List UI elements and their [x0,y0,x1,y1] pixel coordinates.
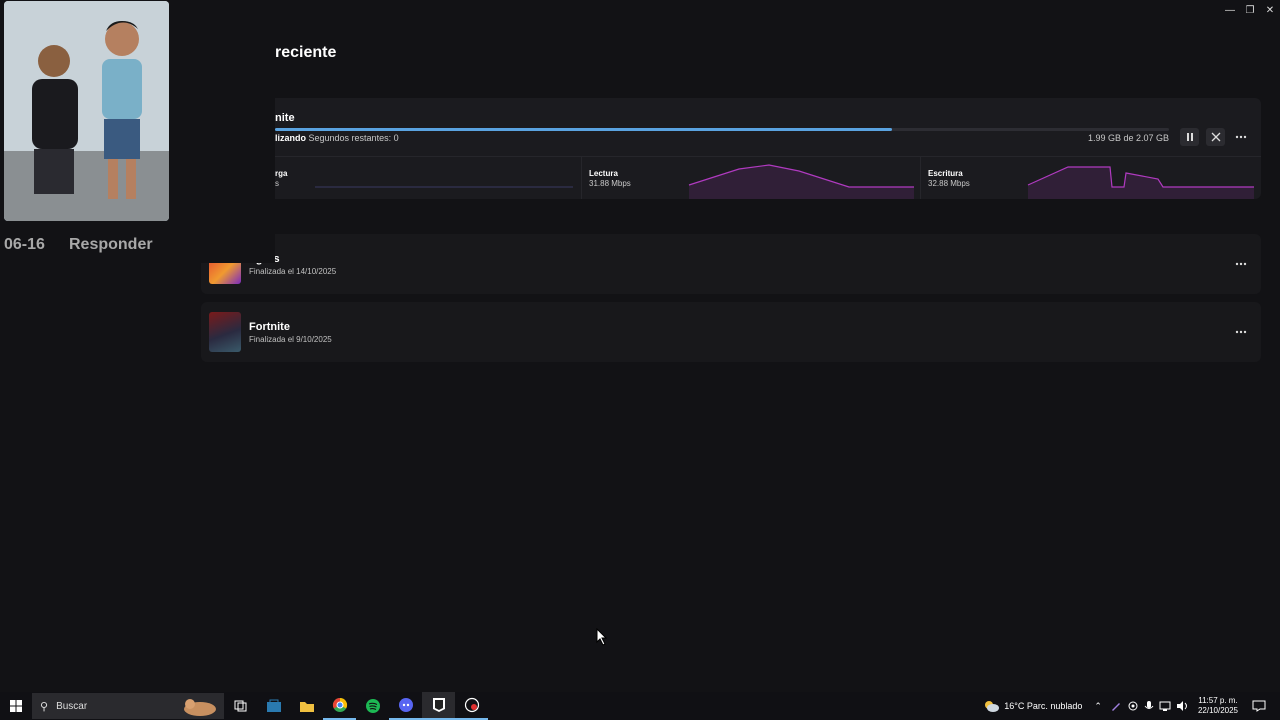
history-subtitle: Finalizada el 9/10/2025 [249,335,332,344]
stat-divider [581,157,582,199]
window-controls: — ❐ ✕ [1220,0,1280,20]
folder-icon [299,702,314,712]
photo-people [4,1,169,221]
cancel-download-button[interactable] [1206,128,1225,146]
history-item[interactable]: Fortnite Finalizada el 9/10/2025 [201,302,1261,362]
download-graph [315,186,573,188]
download-stats: rga s Lectura 31.88 Mbps Escritura 32.88… [201,156,1261,199]
clock-time: 11:57 p. m. [1198,696,1238,705]
history-item[interactable]: ng Us Finalizada el 14/10/2025 [201,234,1261,294]
message-date: 06-16 [4,236,45,253]
ellipsis-icon [1235,262,1247,266]
write-graph [1027,166,1254,199]
maximize-button[interactable]: ❐ [1240,0,1260,20]
notification-icon[interactable] [1252,700,1266,712]
history-subtitle: Finalizada el 14/10/2025 [249,267,337,276]
search-input[interactable]: Buscar [56,701,87,712]
pause-icon [1186,133,1193,141]
page-title: reciente [275,44,337,61]
taskbar-app-chrome[interactable] [323,692,356,720]
task-view-button[interactable] [224,692,257,720]
clock-date: 22/10/2025 [1197,706,1238,715]
task-view-icon [234,700,246,712]
microphone-icon[interactable] [1144,700,1154,712]
system-tray: 16°C Parc. nublado ⌃ 11:57 p. m. 22/10/2… [982,692,1280,720]
close-button[interactable]: ✕ [1260,0,1280,20]
status-remaining: Segundos restantes: 0 [308,133,399,143]
search-highlight-icon [184,699,216,716]
ellipsis-icon [1235,330,1247,334]
taskbar-app-discord[interactable] [389,692,422,720]
taskbar: ⚲ Buscar 16°C Parc. nublado ⌃ 11:57 p. m… [0,692,1280,720]
status-prefix: lizando [275,133,306,143]
taskbar-search[interactable]: ⚲ Buscar [32,693,224,719]
chevron-up-icon[interactable]: ⌃ [1094,701,1102,712]
pause-button[interactable] [1180,128,1199,146]
epic-launcher-window: — ❐ ✕ reciente nite lizando Segundos res… [0,0,1280,692]
read-graph [688,164,914,199]
active-download-name: nite [275,112,295,124]
taskbar-clock[interactable]: 11:57 p. m. 22/10/2025 [1198,696,1238,716]
start-button[interactable] [0,692,32,720]
game-thumbnail [209,312,241,352]
taskbar-app-explorer[interactable] [290,692,323,720]
photo-image[interactable] [4,1,169,221]
taskbar-app-store[interactable] [257,692,290,720]
stat-read: Lectura 31.88 Mbps [589,157,914,199]
weather-text[interactable]: 16°C Parc. nublado [1004,701,1082,711]
download-size: 1.99 GB de 2.07 GB [1087,133,1169,143]
active-download-card: nite lizando Segundos restantes: 0 1.99 … [201,98,1261,199]
taskbar-app-epic-games[interactable] [422,692,455,720]
search-icon: ⚲ [40,700,49,713]
volume-icon[interactable] [1176,700,1190,712]
discord-icon [398,698,413,712]
download-status: lizando Segundos restantes: 0 [275,133,399,143]
more-options-button[interactable] [1231,129,1251,145]
camera-icon[interactable] [1127,700,1139,712]
taskbar-app-screen-recorder[interactable] [455,692,488,720]
more-options-button[interactable] [1231,256,1251,272]
minimize-button[interactable]: — [1220,0,1240,20]
download-progress-bar [275,128,1169,131]
taskbar-app-spotify[interactable] [356,692,389,720]
network-icon[interactable] [1159,700,1171,712]
spotify-icon [365,699,380,713]
more-options-button[interactable] [1231,324,1251,340]
stat-write: Escritura 32.88 Mbps [928,157,1254,199]
stat-divider [920,157,921,199]
pen-icon[interactable] [1110,700,1122,712]
ellipsis-icon [1235,135,1247,139]
download-progress-fill [275,128,892,131]
windows-icon [10,700,22,712]
mouse-cursor-icon [596,628,608,646]
recorder-icon [464,697,479,713]
history-title: Fortnite [249,321,290,333]
chrome-icon [332,697,347,712]
stat-download: rga s [275,157,575,199]
store-icon [266,699,281,712]
reply-button[interactable]: Responder [69,236,153,254]
chat-overlay: 06-16 Responder [0,0,275,263]
epic-games-icon [432,698,445,712]
weather-icon [985,701,1000,712]
close-icon [1211,132,1220,142]
